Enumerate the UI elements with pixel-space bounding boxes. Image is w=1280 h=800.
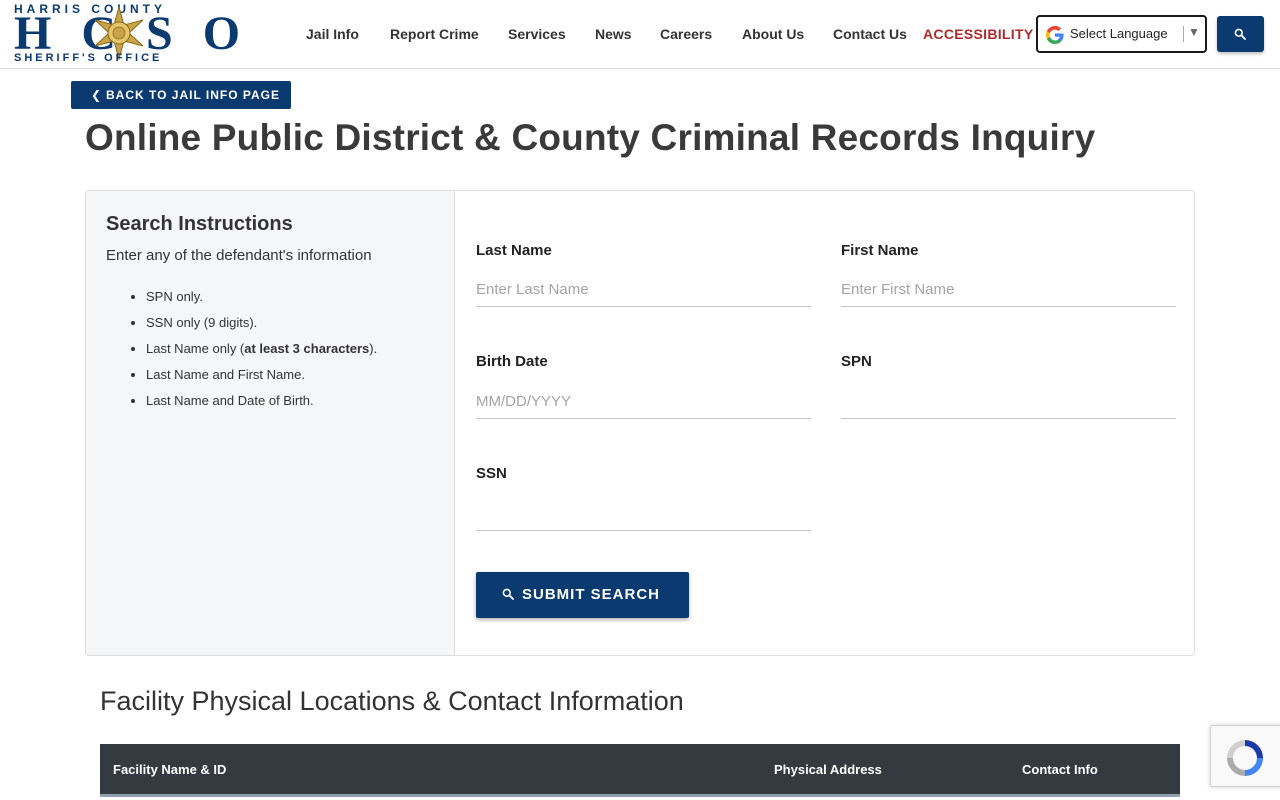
list-item: SPN only. xyxy=(130,289,377,315)
last-name-label: Last Name xyxy=(476,242,552,259)
nav-contact-us[interactable]: Contact Us xyxy=(833,24,907,44)
birth-date-label: Birth Date xyxy=(476,353,548,370)
recaptcha-badge[interactable] xyxy=(1210,725,1280,787)
spn-input[interactable] xyxy=(841,385,1176,419)
instructions-subtitle: Enter any of the defendant's information xyxy=(106,247,372,264)
submit-search-button[interactable]: SUBMIT SEARCH xyxy=(476,572,689,618)
list-item: Last Name only (at least 3 characters). xyxy=(130,341,377,367)
logo-bottom-text: SHERIFF'S OFFICE xyxy=(14,52,163,64)
facility-section-title: Facility Physical Locations & Contact In… xyxy=(100,686,684,716)
spn-label: SPN xyxy=(841,353,872,370)
caret-down-icon: ▼ xyxy=(1188,25,1200,39)
list-item-suffix: ). xyxy=(369,341,378,356)
back-to-jail-info-button[interactable]: ❮ BACK TO JAIL INFO PAGE xyxy=(71,81,291,109)
records-search-card: Search Instructions Enter any of the def… xyxy=(85,190,1195,656)
birth-date-input[interactable] xyxy=(476,385,811,419)
language-select[interactable]: Select Language ▼ xyxy=(1036,15,1207,53)
column-header-contact[interactable]: Contact Info xyxy=(1022,762,1098,777)
hcso-logo[interactable]: HARRIS COUNTY HCSO SHERIFF'S OFFICE xyxy=(14,2,240,66)
site-header: HARRIS COUNTY HCSO SHERIFF'S OFFICE Jail… xyxy=(0,0,1280,69)
ssn-label: SSN xyxy=(476,465,507,482)
list-item-bold: at least 3 characters xyxy=(244,341,370,356)
column-header-address[interactable]: Physical Address xyxy=(774,762,882,777)
list-item: Last Name and Date of Birth. xyxy=(130,393,377,419)
submit-search-label: SUBMIT SEARCH xyxy=(522,586,661,603)
header-search-button[interactable] xyxy=(1217,16,1264,52)
instructions-title: Search Instructions xyxy=(106,213,293,235)
facility-table-header: Facility Name & ID Physical Address Cont… xyxy=(100,744,1180,797)
language-select-label: Select Language xyxy=(1070,26,1168,41)
nav-report-crime[interactable]: Report Crime xyxy=(390,24,479,44)
language-select-divider xyxy=(1183,26,1184,42)
instructions-list: SPN only. SSN only (9 digits). Last Name… xyxy=(130,289,377,419)
last-name-input[interactable] xyxy=(476,273,811,307)
nav-news[interactable]: News xyxy=(595,24,632,44)
nav-accessibility[interactable]: ACCESSIBILITY xyxy=(923,24,1033,44)
page-title: Online Public District & County Criminal… xyxy=(85,117,1096,158)
nav-services[interactable]: Services xyxy=(508,24,566,44)
column-header-facility[interactable]: Facility Name & ID xyxy=(113,762,226,777)
first-name-label: First Name xyxy=(841,242,919,259)
nav-jail-info[interactable]: Jail Info xyxy=(306,24,359,44)
back-button-label: BACK TO JAIL INFO PAGE xyxy=(106,88,281,102)
search-instructions-panel: Search Instructions Enter any of the def… xyxy=(86,191,455,655)
list-item: Last Name and First Name. xyxy=(130,367,377,393)
nav-careers[interactable]: Careers xyxy=(660,24,712,44)
first-name-input[interactable] xyxy=(841,273,1176,307)
search-icon xyxy=(502,588,514,600)
search-icon xyxy=(1234,28,1246,40)
recaptcha-icon xyxy=(1227,740,1263,776)
ssn-input[interactable] xyxy=(476,497,811,531)
list-item-prefix: Last Name only ( xyxy=(146,341,245,356)
chevron-left-icon: ❮ xyxy=(91,88,103,102)
nav-about-us[interactable]: About Us xyxy=(742,24,804,44)
google-g-icon xyxy=(1046,26,1064,44)
list-item: SSN only (9 digits). xyxy=(130,315,377,341)
